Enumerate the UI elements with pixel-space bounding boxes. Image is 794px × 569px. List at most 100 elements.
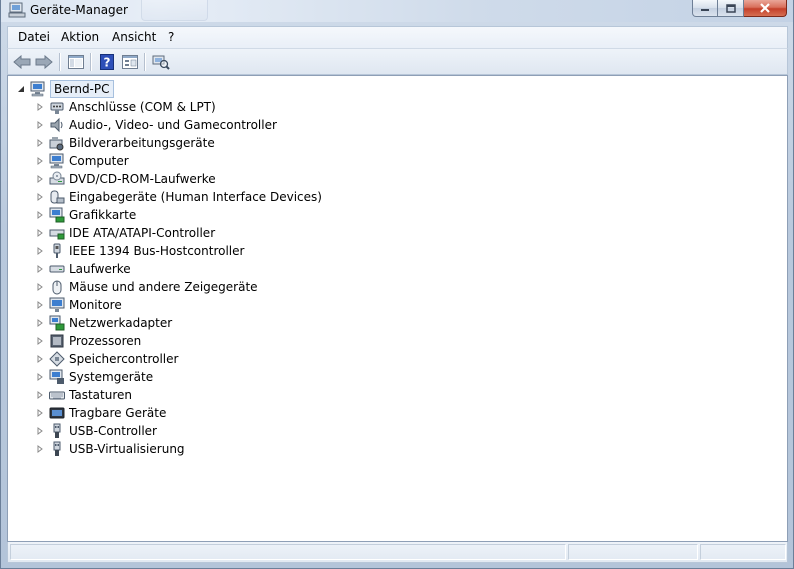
status-pane [700, 544, 786, 560]
expand-triangle-icon[interactable] [35, 296, 45, 314]
status-pane [10, 544, 566, 560]
tree-item-tragbare-gerate[interactable]: Tragbare Geräte [35, 404, 166, 422]
scan-hardware-icon [152, 55, 170, 70]
port-icon [49, 99, 65, 115]
tree-item-label: Audio-, Video- und Gamecontroller [69, 118, 277, 132]
close-button[interactable] [744, 0, 787, 17]
tree-item-label: IDE ATA/ATAPI-Controller [69, 226, 216, 240]
tree-item-audio-video-und-gamecontroller[interactable]: Audio-, Video- und Gamecontroller [35, 116, 277, 134]
tree-item-laufwerke[interactable]: Laufwerke [35, 260, 131, 278]
properties-button[interactable] [120, 52, 140, 72]
tree-item-label: Systemgeräte [69, 370, 154, 384]
tree-item-usb-controller[interactable]: USB-Controller [35, 422, 157, 440]
background-window-tab [141, 0, 208, 21]
tree-item-label: Tragbare Geräte [69, 406, 167, 420]
menu-aktion[interactable]: Aktion [61, 30, 99, 44]
usb-icon [49, 423, 65, 439]
tree-item-ide-ata-atapi-controller[interactable]: IDE ATA/ATAPI-Controller [35, 224, 215, 242]
expand-triangle-icon[interactable] [35, 278, 45, 296]
tree-item-monitore[interactable]: Monitore [35, 296, 122, 314]
tree-item-anschlusse-com-lpt[interactable]: Anschlüsse (COM & LPT) [35, 98, 216, 116]
tree-item-label: Bildverarbeitungsgeräte [69, 136, 215, 150]
hid-icon [49, 189, 65, 205]
tree-item-label: Tastaturen [69, 388, 132, 402]
computer-icon [30, 81, 46, 97]
help-icon: ? [100, 54, 114, 70]
tree-item-dvd-cd-rom-laufwerke[interactable]: DVD/CD-ROM-Laufwerke [35, 170, 216, 188]
expand-triangle-icon[interactable] [35, 206, 45, 224]
expand-triangle-icon[interactable] [35, 116, 45, 134]
ide-controller-icon [49, 225, 65, 241]
processor-icon [49, 333, 65, 349]
tree-item-netzwerkadapter[interactable]: Netzwerkadapter [35, 314, 172, 332]
expand-triangle-icon[interactable] [35, 422, 45, 440]
expand-triangle-icon[interactable] [35, 350, 45, 368]
expand-triangle-icon[interactable] [35, 170, 45, 188]
tree-item-prozessoren[interactable]: Prozessoren [35, 332, 141, 350]
expand-triangle-icon[interactable] [35, 188, 45, 206]
network-adapter-icon [49, 315, 65, 331]
speaker-icon [49, 117, 65, 133]
mouse-icon [49, 279, 65, 295]
tree-item-eingabegerate-human-interface-devices[interactable]: Eingabegeräte (Human Interface Devices) [35, 188, 322, 206]
properties-icon [122, 55, 138, 69]
expand-triangle-icon[interactable] [35, 242, 45, 260]
menu-datei[interactable]: Datei [18, 30, 50, 44]
svg-text:?: ? [104, 56, 111, 70]
tree-item-label: USB-Controller [69, 424, 157, 438]
tree-root-node[interactable]: Bernd-PC [16, 80, 114, 98]
tree-item-usb-virtualisierung[interactable]: USB-Virtualisierung [35, 440, 185, 458]
maximize-button[interactable] [718, 0, 744, 17]
expand-triangle-icon[interactable] [35, 386, 45, 404]
monitor-icon [49, 297, 65, 313]
usb-icon [49, 441, 65, 457]
caption-buttons [692, 0, 787, 18]
tree-item-bildverarbeitungsgerate[interactable]: Bildverarbeitungsgeräte [35, 134, 215, 152]
help-button[interactable]: ? [97, 52, 117, 72]
tree-item-label: Anschlüsse (COM & LPT) [69, 100, 216, 114]
toolbar-separator [59, 53, 60, 71]
device-manager-app-icon[interactable] [8, 2, 26, 18]
console-tree-button[interactable] [66, 52, 86, 72]
expand-triangle-icon[interactable] [35, 314, 45, 332]
back-button[interactable] [12, 52, 32, 72]
expand-triangle-icon[interactable] [35, 440, 45, 458]
expand-triangle-icon[interactable] [35, 332, 45, 350]
tree-item-systemgerate[interactable]: Systemgeräte [35, 368, 153, 386]
forward-button[interactable] [34, 52, 54, 72]
expand-triangle-icon[interactable] [35, 260, 45, 278]
keyboard-icon [49, 387, 65, 403]
expand-triangle-icon[interactable] [35, 98, 45, 116]
maximize-icon [725, 3, 736, 13]
title-bar[interactable]: Geräte-Manager [1, 0, 793, 22]
menu-bar: Datei Aktion Ansicht ? [7, 26, 788, 48]
expand-triangle-icon[interactable] [35, 404, 45, 422]
menu-help[interactable]: ? [168, 30, 174, 44]
tree-item-mause-und-andere-zeigegerate[interactable]: Mäuse und andere Zeigegeräte [35, 278, 258, 296]
tree-item-label: Eingabegeräte (Human Interface Devices) [69, 190, 322, 204]
firewire-icon [49, 243, 65, 259]
tree-item-label: Speichercontroller [69, 352, 179, 366]
tree-item-speichercontroller[interactable]: Speichercontroller [35, 350, 178, 368]
tree-item-computer[interactable]: Computer [35, 152, 129, 170]
minimize-button[interactable] [692, 0, 718, 17]
tree-item-grafikkarte[interactable]: Grafikkarte [35, 206, 136, 224]
device-tree[interactable]: Bernd-PC Anschlüsse (COM & LPT) Audio-, Vi… [7, 75, 788, 542]
forward-arrow-icon [35, 55, 53, 69]
scan-hardware-button[interactable] [151, 52, 171, 72]
tree-item-tastaturen[interactable]: Tastaturen [35, 386, 132, 404]
expand-triangle-icon[interactable] [35, 224, 45, 242]
toolbar: ? [7, 48, 788, 75]
collapse-triangle-icon[interactable] [16, 80, 26, 98]
toolbar-separator [90, 53, 91, 71]
tree-item-ieee-1394-bus-hostcontroller[interactable]: IEEE 1394 Bus-Hostcontroller [35, 242, 244, 260]
tree-item-label: DVD/CD-ROM-Laufwerke [69, 172, 216, 186]
expand-triangle-icon[interactable] [35, 134, 45, 152]
menu-ansicht[interactable]: Ansicht [112, 30, 156, 44]
expand-triangle-icon[interactable] [35, 152, 45, 170]
show-hide-console-tree-icon [68, 55, 84, 69]
tree-root-label: Bernd-PC [50, 80, 114, 98]
expand-triangle-icon[interactable] [35, 368, 45, 386]
computer-icon [49, 153, 65, 169]
window-title: Geräte-Manager [30, 3, 128, 17]
